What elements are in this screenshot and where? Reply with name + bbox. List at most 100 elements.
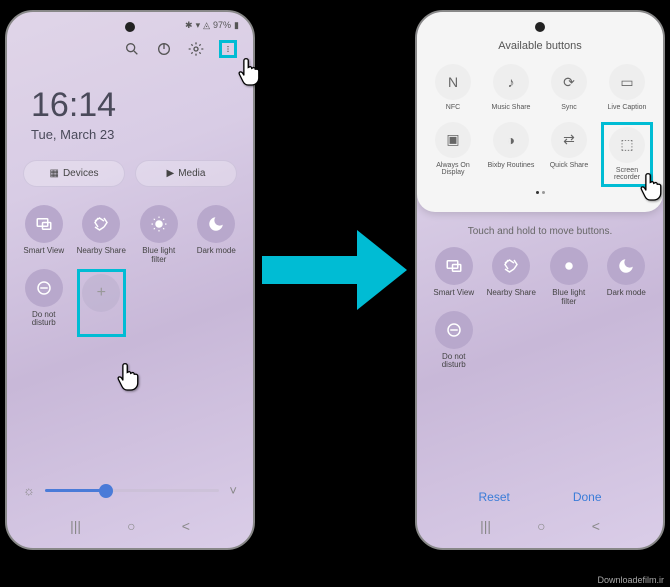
devices-label: Devices <box>63 168 99 179</box>
bixby-icon: ◑ <box>493 122 529 158</box>
smart-view-icon <box>435 247 473 285</box>
tile-empty <box>192 269 242 337</box>
phone-left: ✱ ▾ ◬ 97% ▮ 16:14 Tue, March 23 ▦ Device… <box>5 10 255 550</box>
tile-dnd[interactable]: Do not disturb <box>429 311 479 371</box>
dark-mode-icon <box>197 205 235 243</box>
wifi-icon: ▾ <box>196 20 201 31</box>
bluetooth-icon: ✱ <box>185 20 193 31</box>
media-icon: ▶ <box>167 168 175 179</box>
dark-mode-icon <box>607 247 645 285</box>
tile-label: Do not disturb <box>19 311 69 329</box>
devices-icon: ▦ <box>49 168 58 179</box>
clock-widget: 16:14 Tue, March 23 <box>7 66 253 152</box>
ptile-bixby[interactable]: ◑ Bixby Routines <box>485 122 537 187</box>
tile-blue-light[interactable]: Blue light filter <box>134 205 184 265</box>
tile-label: Smart View <box>433 289 474 305</box>
ptile-music-share[interactable]: ♪ Music Share <box>485 64 537 112</box>
quick-tiles: Smart View Nearby Share Blue light filte… <box>7 195 253 347</box>
battery-text: 97% <box>213 20 231 30</box>
tile-smart-view[interactable]: Smart View <box>19 205 69 265</box>
sync-icon: ⟳ <box>551 64 587 100</box>
camera-notch <box>535 22 545 32</box>
signal-icon: ◬ <box>203 20 210 31</box>
nav-bar: ||| ○ < <box>417 512 663 540</box>
devices-button[interactable]: ▦ Devices <box>23 160 125 187</box>
slider-fill <box>45 489 106 492</box>
watermark: Downloadefilm.ir <box>597 575 664 585</box>
nav-recent[interactable]: ||| <box>480 518 491 534</box>
ptile-nfc[interactable]: NNFC <box>427 64 479 112</box>
dnd-icon <box>25 269 63 307</box>
available-grid: NNFC ♪ Music Share ⟳ Sync ▭ Live Caption ▣ A… <box>427 64 653 187</box>
tile-nearby-share[interactable]: Nearby Share <box>77 205 127 265</box>
slider-thumb[interactable] <box>99 484 113 498</box>
smart-view-icon <box>25 205 63 243</box>
slider-track[interactable] <box>45 489 219 492</box>
ptile-label: Screen recorder <box>606 167 648 182</box>
search-icon[interactable] <box>123 40 141 58</box>
ptile-label: Live Caption <box>608 104 647 112</box>
quick-tiles-right: Smart View Nearby Share Blue light filte… <box>417 243 663 380</box>
brightness-expand-icon[interactable]: ˅ <box>229 483 237 498</box>
ptile-label: Music Share <box>492 104 531 112</box>
tile-label: Dark mode <box>197 247 236 263</box>
ptile-sync[interactable]: ⟳ Sync <box>543 64 595 112</box>
quick-share-icon: ⇄ <box>551 122 587 158</box>
top-toolbar <box>7 32 253 66</box>
ptile-quick-share[interactable]: ⇄ Quick Share <box>543 122 595 187</box>
tile-dark-mode[interactable]: Dark mode <box>192 205 242 265</box>
nearby-share-icon <box>492 247 530 285</box>
shortcut-row: ▦ Devices ▶ Media <box>7 152 253 195</box>
power-icon[interactable] <box>155 40 173 58</box>
music-share-icon: ♪ <box>493 64 529 100</box>
ptile-label: Bixby Routines <box>488 162 535 170</box>
tile-add[interactable]: + <box>77 269 127 337</box>
add-icon: + <box>82 274 120 312</box>
ptile-label: Quick Share <box>550 162 589 170</box>
ptile-label: Always On Display <box>427 162 479 177</box>
panel-title: Available buttons <box>427 40 653 52</box>
tile-label: Smart View <box>23 247 64 263</box>
page-dots <box>427 187 653 198</box>
clock-time: 16:14 <box>31 86 229 125</box>
bottom-buttons: Reset Done <box>417 490 663 504</box>
available-panel: Available buttons NNFC ♪ Music Share ⟳ Syn… <box>417 12 663 212</box>
tile-label: Nearby Share <box>487 289 536 305</box>
more-icon[interactable] <box>219 40 237 58</box>
done-button[interactable]: Done <box>573 490 602 504</box>
settings-icon[interactable] <box>187 40 205 58</box>
phone-right: Available buttons NNFC ♪ Music Share ⟳ Syn… <box>415 10 665 550</box>
aod-icon: ▣ <box>435 122 471 158</box>
tile-smart-view[interactable]: Smart View <box>429 247 479 307</box>
brightness-low-icon: ☼ <box>23 483 35 498</box>
camera-notch <box>125 22 135 32</box>
dnd-icon <box>435 311 473 349</box>
battery-icon: ▮ <box>234 20 239 31</box>
ptile-screen-recorder[interactable]: ⬚Screen recorder <box>601 122 653 187</box>
tile-label: Blue light filter <box>134 247 184 265</box>
ptile-label: NFC <box>446 104 460 112</box>
tile-dnd[interactable]: Do not disturb <box>19 269 69 337</box>
nav-home[interactable]: ○ <box>537 518 545 534</box>
brightness-slider[interactable]: ☼ ˅ <box>23 483 237 498</box>
ptile-label: Sync <box>561 104 577 112</box>
blue-light-icon <box>140 205 178 243</box>
ptile-live-caption[interactable]: ▭ Live Caption <box>601 64 653 112</box>
nav-home[interactable]: ○ <box>127 518 135 534</box>
live-caption-icon: ▭ <box>609 64 645 100</box>
nav-back[interactable]: < <box>182 518 190 534</box>
arrow-indicator <box>262 230 412 310</box>
hint-text: Touch and hold to move buttons. <box>417 212 663 243</box>
media-button[interactable]: ▶ Media <box>135 160 237 187</box>
reset-button[interactable]: Reset <box>478 490 509 504</box>
nav-recent[interactable]: ||| <box>70 518 81 534</box>
ptile-aod[interactable]: ▣ Always On Display <box>427 122 479 187</box>
nearby-share-icon <box>82 205 120 243</box>
nav-back[interactable]: < <box>592 518 600 534</box>
tile-dark-mode[interactable]: Dark mode <box>602 247 652 307</box>
tile-blue-light[interactable]: Blue light filter <box>544 247 594 307</box>
tile-nearby-share[interactable]: Nearby Share <box>487 247 537 307</box>
media-label: Media <box>178 168 205 179</box>
tile-label: Blue light filter <box>544 289 594 307</box>
tile-label: Do not disturb <box>429 353 479 371</box>
